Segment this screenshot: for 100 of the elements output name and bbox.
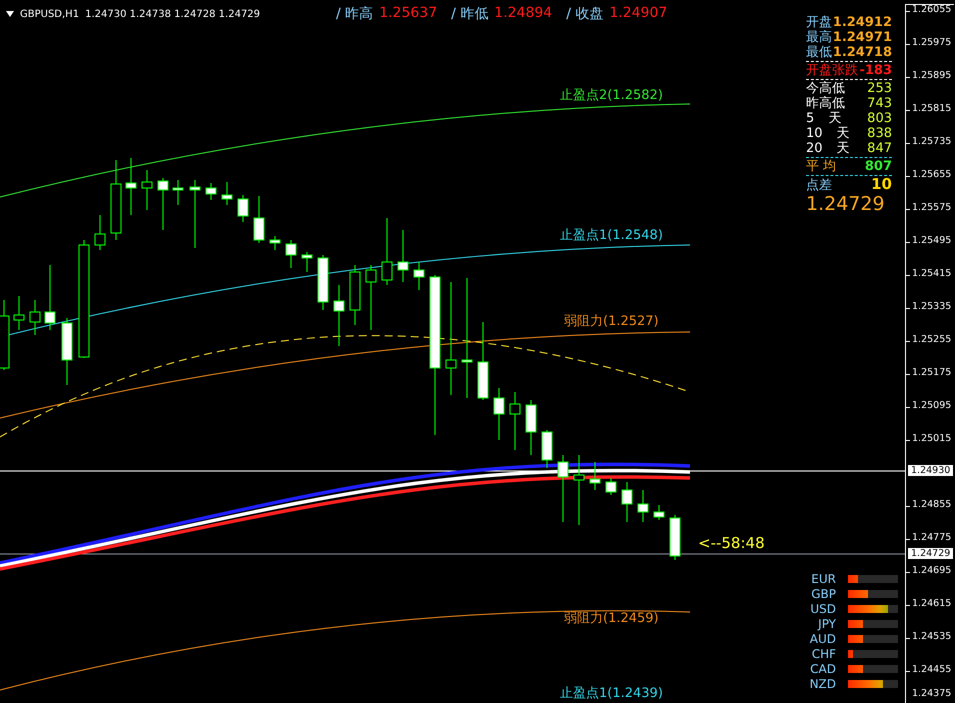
info-label: 点差 — [806, 178, 832, 193]
candlestick — [206, 182, 216, 200]
candlestick — [670, 514, 680, 560]
price-tick: 1.24375 — [911, 688, 952, 699]
info-label: 最高 — [806, 30, 832, 45]
stat-value: 1.24894 — [494, 5, 552, 23]
info-value: 1.24718 — [832, 45, 892, 60]
currency-label: GBP — [810, 587, 836, 602]
info-label: 今高低 — [806, 81, 845, 96]
price-marker: 1.24729 — [908, 548, 954, 559]
level-label: 弱阻力(1.2527) — [564, 313, 659, 330]
candlestick — [510, 392, 520, 450]
price-tick: 1.25255 — [911, 334, 952, 345]
info-label: 开盘张跌 — [806, 63, 858, 78]
candlestick — [238, 194, 248, 222]
stat-value: 1.24907 — [609, 5, 668, 23]
price-tick: 1.25335 — [911, 301, 952, 312]
candlestick — [158, 178, 168, 230]
price-tick: 1.25575 — [911, 202, 952, 213]
price-tick: 1.25735 — [911, 136, 952, 147]
currency-label: CAD — [809, 662, 836, 677]
info-unit: 天 — [828, 111, 842, 126]
candlestick — [94, 214, 106, 250]
info-value: 1.24971 — [832, 30, 892, 45]
stat-label: / 昨低 — [451, 5, 488, 23]
stat-value: 1.25637 — [379, 5, 438, 23]
stat-label: / 收盘 — [566, 5, 604, 23]
currency-label: USD — [809, 602, 836, 617]
price-tick: 1.25655 — [911, 169, 952, 180]
price-tick: 1.24615 — [911, 598, 952, 609]
info-label: 平 均 — [806, 159, 836, 174]
price-tick: 1.25095 — [911, 400, 952, 411]
candlestick — [142, 170, 152, 210]
currency-label: CHF — [810, 647, 836, 662]
current-price: 1.24729 — [806, 193, 886, 215]
candlestick — [606, 478, 616, 496]
candlestick — [30, 300, 40, 336]
info-label: 20 — [806, 141, 823, 156]
candlestick — [558, 454, 568, 522]
currency-label: NZD — [808, 677, 836, 692]
info-value: 1.24912 — [832, 15, 892, 30]
dropdown-triangle-icon[interactable] — [6, 11, 14, 17]
candlestick — [590, 462, 600, 490]
currency-label: JPY — [816, 617, 836, 632]
info-value: 838 — [867, 126, 892, 141]
price-tick: 1.25015 — [911, 433, 952, 444]
candlestick — [622, 482, 632, 522]
level-label: 止盈点1(1.2439) — [560, 685, 663, 702]
info-value: 803 — [867, 111, 892, 126]
level-label: 止盈点1(1.2548) — [560, 227, 663, 244]
info-value: 253 — [867, 81, 892, 96]
currency-label: EUR — [810, 572, 836, 587]
candlestick — [638, 490, 648, 522]
candlestick — [350, 264, 360, 326]
info-unit: 天 — [836, 126, 850, 141]
candlestick — [334, 284, 344, 346]
candlestick — [318, 254, 328, 310]
candlestick — [366, 264, 376, 330]
price-marker: 1.24930 — [908, 465, 954, 476]
price-tick: 1.24775 — [911, 532, 952, 543]
info-label: 昨高低 — [806, 96, 845, 111]
info-value: 847 — [867, 141, 892, 156]
candlestick — [222, 182, 232, 206]
countdown-timer: <--58:48 — [698, 534, 765, 552]
info-label: 最低 — [806, 45, 832, 60]
candlestick — [14, 296, 24, 330]
candlestick — [254, 196, 264, 244]
info-value: 743 — [867, 96, 892, 111]
price-tick: 1.25895 — [911, 70, 952, 81]
info-label: 10 — [806, 126, 823, 141]
quote-values: 1.24730 1.24738 1.24728 1.24729 — [85, 8, 260, 20]
level-label: 止盈点2(1.2582) — [560, 87, 663, 104]
price-tick: 1.24455 — [911, 664, 952, 675]
price-tick: 1.24695 — [911, 565, 952, 576]
price-tick: 1.24535 — [911, 631, 952, 642]
stat-label: / 昨高 — [336, 5, 374, 23]
price-tick: 1.25975 — [911, 37, 952, 48]
price-tick: 1.26055 — [911, 4, 952, 15]
candlestick — [574, 454, 584, 526]
info-unit: 天 — [836, 141, 850, 156]
candlestick — [44, 264, 56, 330]
candlestick — [190, 180, 200, 248]
info-label: 5 — [806, 111, 814, 126]
candlestick — [526, 400, 536, 456]
candlestick — [542, 430, 552, 468]
price-tick: 1.24855 — [911, 499, 952, 510]
candlestick — [414, 262, 424, 290]
level-label: 弱阻力(1.2459) — [564, 610, 659, 627]
info-value: -183 — [859, 63, 892, 78]
candlestick — [270, 236, 280, 250]
candlestick — [302, 252, 312, 272]
candlestick — [172, 180, 184, 206]
info-label: 开盘 — [806, 15, 832, 30]
candlestick — [654, 504, 664, 520]
price-tick: 1.25495 — [911, 235, 952, 246]
info-value: 807 — [864, 159, 892, 174]
info-value: 10 — [871, 177, 892, 192]
candlestick — [398, 230, 408, 282]
symbol-title: GBPUSD,H1 — [20, 8, 80, 20]
candlestick — [286, 240, 296, 268]
